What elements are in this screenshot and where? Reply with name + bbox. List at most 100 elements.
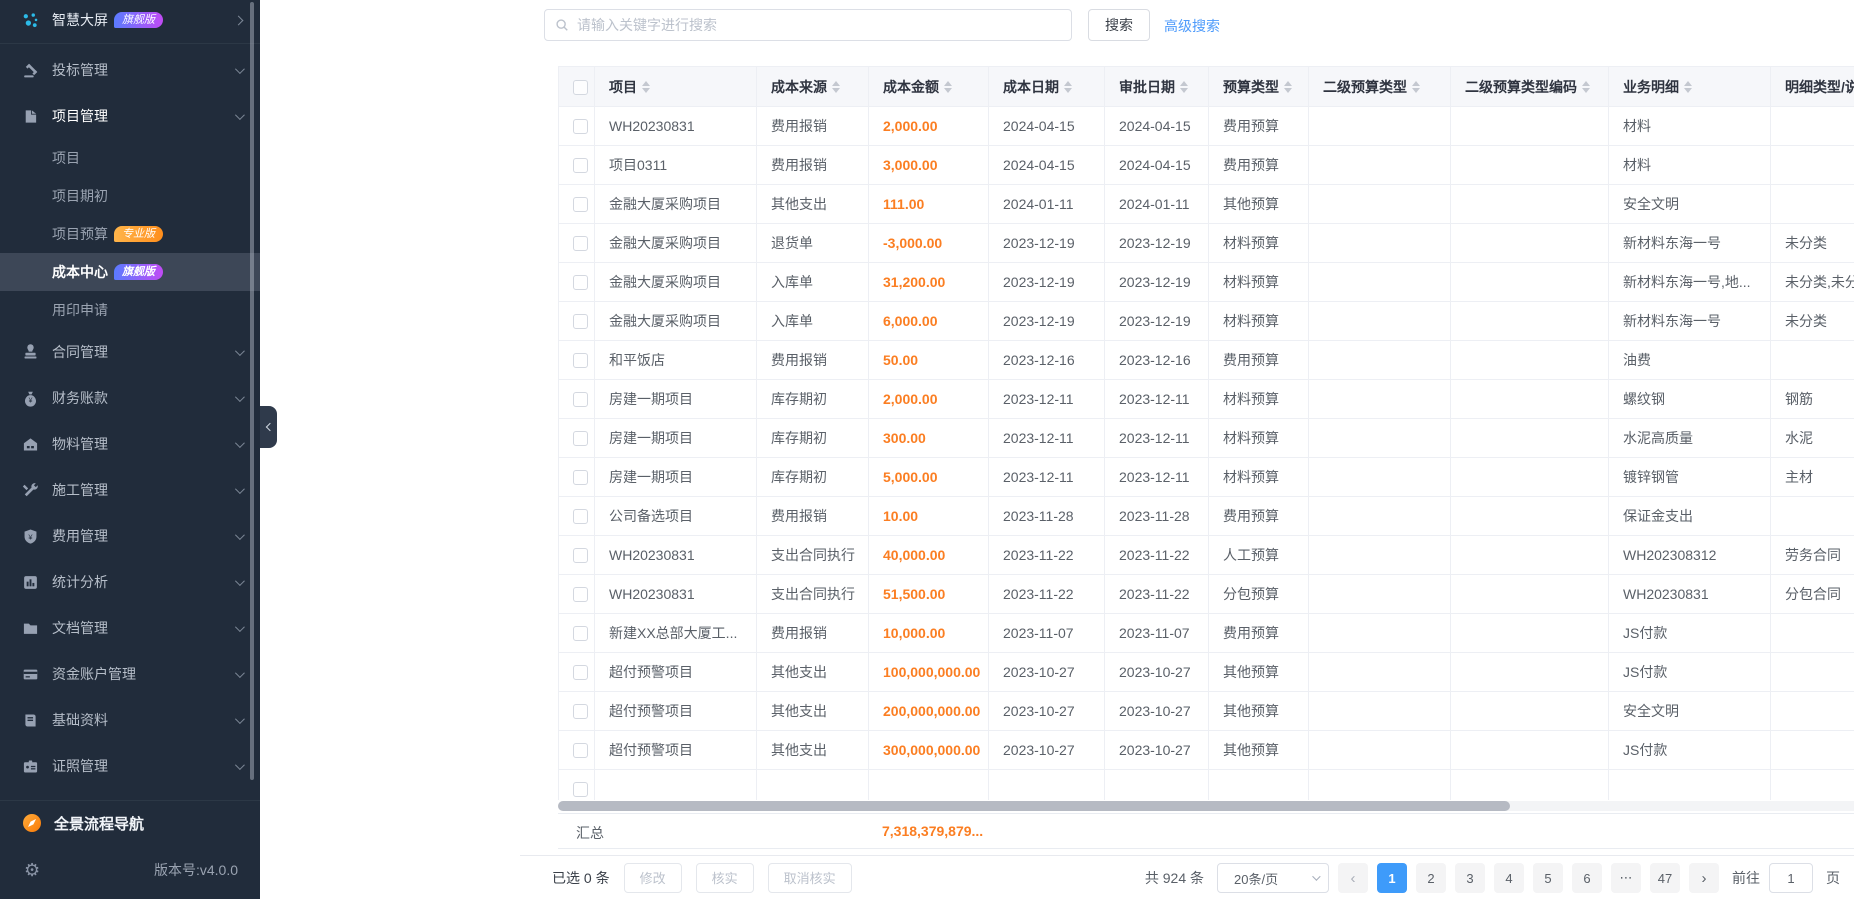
sort-icon[interactable] [1180, 81, 1188, 93]
goto-page-input[interactable] [1769, 863, 1813, 893]
verify-button[interactable]: 核实 [696, 863, 754, 893]
row-checkbox[interactable] [573, 353, 588, 368]
badge-flagship: 旗舰版 [114, 264, 163, 280]
cell-project: 新建XX总部大厦工... [595, 614, 757, 653]
row-checkbox[interactable] [573, 197, 588, 212]
row-checkbox[interactable] [573, 158, 588, 173]
sidebar-item-project[interactable]: 项目管理 [0, 93, 260, 139]
sidebar-subitem-3[interactable]: 成本中心旗舰版 [0, 253, 260, 291]
sort-icon[interactable] [832, 81, 840, 93]
sidebar-item-panorama-nav[interactable]: 全景流程导航 [0, 801, 260, 845]
sidebar-item-base-data[interactable]: 基础资料 [0, 697, 260, 743]
row-checkbox[interactable] [573, 509, 588, 524]
sidebar-item-smart-screen[interactable]: 智慧大屏旗舰版 [0, 0, 260, 40]
smart-screen-icon [22, 11, 40, 29]
column-header[interactable]: 二级预算类型 [1309, 67, 1451, 107]
svg-text:¥: ¥ [29, 397, 33, 404]
sort-icon[interactable] [1684, 81, 1692, 93]
row-checkbox[interactable] [573, 587, 588, 602]
row-checkbox[interactable] [573, 236, 588, 251]
column-header[interactable]: 明细类型/说明 [1771, 67, 1854, 107]
page-button-4[interactable]: 4 [1494, 863, 1524, 893]
sidebar-item-contract[interactable]: 合同管理 [0, 329, 260, 375]
sidebar-scrollbar[interactable] [250, 2, 254, 780]
cell-cost_date: 2023-12-11 [989, 380, 1105, 419]
table-horizontal-scrollbar[interactable] [558, 801, 1510, 811]
row-checkbox[interactable] [573, 626, 588, 641]
sidebar-item-bid[interactable]: 投标管理 [0, 47, 260, 93]
page-ellipsis[interactable]: ⋯ [1611, 863, 1641, 893]
column-header[interactable]: 二级预算类型编码 [1451, 67, 1609, 107]
cell-project: 公司备选项目 [595, 497, 757, 536]
sidebar-subitem-2[interactable]: 项目预算专业版 [0, 215, 260, 253]
prev-page-button[interactable]: ‹ [1338, 863, 1368, 893]
search-button[interactable]: 搜索 [1088, 9, 1150, 41]
row-checkbox[interactable] [573, 392, 588, 407]
sidebar-item-label: 智慧大屏 [52, 10, 108, 30]
modify-button[interactable]: 修改 [624, 863, 682, 893]
cancel-verify-button[interactable]: 取消核实 [768, 863, 852, 893]
page-button-1[interactable]: 1 [1377, 863, 1407, 893]
page-button-5[interactable]: 5 [1533, 863, 1563, 893]
contract-icon [22, 343, 40, 361]
page-size-select[interactable]: 20条/页 [1217, 863, 1329, 893]
page-button-3[interactable]: 3 [1455, 863, 1485, 893]
row-checkbox[interactable] [573, 665, 588, 680]
column-header[interactable]: 成本来源 [757, 67, 869, 107]
column-header[interactable]: 审批日期 [1105, 67, 1209, 107]
sidebar-item-expense[interactable]: ¥费用管理 [0, 513, 260, 559]
sidebar-subitem-0[interactable]: 项目 [0, 139, 260, 177]
cell-detail_type: 水泥 [1771, 419, 1854, 458]
row-checkbox[interactable] [573, 743, 588, 758]
column-header-label: 成本日期 [1003, 77, 1059, 97]
select-all-cell [559, 67, 595, 107]
column-header[interactable]: 成本日期 [989, 67, 1105, 107]
sort-icon[interactable] [1412, 81, 1420, 93]
page-button-47[interactable]: 47 [1650, 863, 1680, 893]
sidebar-item-fund-account[interactable]: 资金账户管理 [0, 651, 260, 697]
column-header[interactable]: 成本金额 [869, 67, 989, 107]
row-checkbox[interactable] [573, 704, 588, 719]
sidebar-item-statistics[interactable]: 统计分析 [0, 559, 260, 605]
sort-icon[interactable] [1284, 81, 1292, 93]
sidebar-item-document[interactable]: 文档管理 [0, 605, 260, 651]
column-header[interactable]: 业务明细 [1609, 67, 1771, 107]
sidebar-item-label: 合同管理 [52, 342, 108, 362]
cell-detail_type: 分包合同 [1771, 575, 1854, 614]
sidebar-item-equipment[interactable]: 设备管理 [0, 789, 260, 800]
select-all-checkbox[interactable] [573, 80, 588, 95]
gear-icon[interactable]: ⚙ [24, 860, 40, 881]
sidebar-item-certificate[interactable]: 证照管理 [0, 743, 260, 789]
column-header[interactable]: 预算类型 [1209, 67, 1309, 107]
column-header[interactable]: 项目 [595, 67, 757, 107]
sidebar-item-material[interactable]: 物料管理 [0, 421, 260, 467]
sort-icon[interactable] [944, 81, 952, 93]
document-icon [22, 619, 40, 637]
sidebar-collapse-handle[interactable] [260, 406, 277, 448]
sort-icon[interactable] [1064, 81, 1072, 93]
cell-approval_date: 2023-12-19 [1105, 302, 1209, 341]
cell-approval_date: 2023-11-22 [1105, 536, 1209, 575]
row-checkbox[interactable] [573, 431, 588, 446]
row-checkbox[interactable] [573, 470, 588, 485]
row-checkbox[interactable] [573, 275, 588, 290]
sidebar-subitem-1[interactable]: 项目期初 [0, 177, 260, 215]
page-button-6[interactable]: 6 [1572, 863, 1602, 893]
sort-icon[interactable] [1582, 81, 1590, 93]
row-checkbox[interactable] [573, 119, 588, 134]
sidebar-item-construction[interactable]: 施工管理 [0, 467, 260, 513]
row-checkbox[interactable] [573, 548, 588, 563]
row-checkbox[interactable] [573, 314, 588, 329]
cell-detail_type [1771, 185, 1854, 224]
cell-budget_type: 分包预算 [1209, 575, 1309, 614]
main-content: 搜索 高级搜索 项目成本来源成本金额成本日期 审批日期预算类型二级预算类型二级预算… [260, 0, 1854, 899]
row-checkbox[interactable] [573, 782, 588, 797]
page-button-2[interactable]: 2 [1416, 863, 1446, 893]
advanced-search-link[interactable]: 高级搜索 [1164, 16, 1220, 36]
sort-icon[interactable] [642, 81, 650, 93]
search-input[interactable] [577, 17, 1061, 33]
sidebar-subitem-4[interactable]: 用印申请 [0, 291, 260, 329]
search-box [544, 9, 1072, 41]
next-page-button[interactable]: › [1689, 863, 1719, 893]
sidebar-item-finance[interactable]: ¥财务账款 [0, 375, 260, 421]
